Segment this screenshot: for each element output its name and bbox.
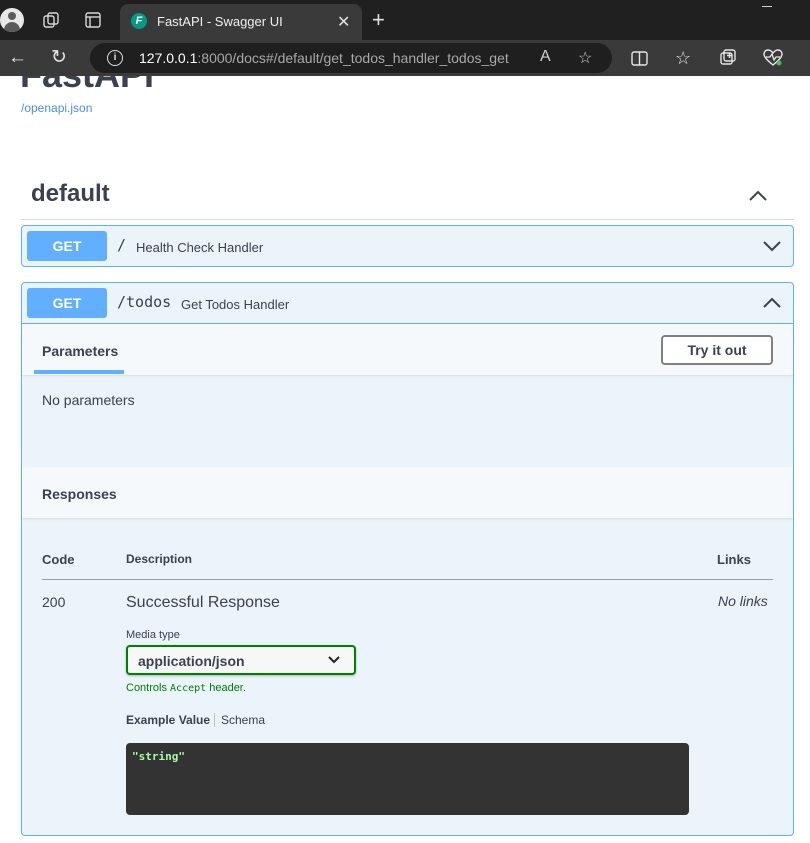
operation-body: Parameters Try it out No parameters Resp… [22, 323, 793, 835]
fastapi-favicon-icon: F [131, 13, 147, 29]
url-field[interactable]: i 127.0.0.1:8000/docs#/default/get_todos… [90, 43, 612, 73]
url-path: :8000/docs#/default/get_todos_handler_to… [197, 50, 509, 66]
chevron-down-icon[interactable] [762, 239, 782, 253]
tab-parameters[interactable]: Parameters [42, 343, 118, 359]
operation-description: Health Check Handler [136, 240, 264, 255]
section-title: default [31, 180, 110, 207]
favorites-icon[interactable]: ☆ [675, 46, 691, 70]
tab-active-indicator [34, 370, 124, 374]
browser-essentials-icon[interactable] [763, 46, 783, 74]
profile-avatar-icon[interactable] [0, 8, 24, 32]
tag-section-default[interactable]: default [21, 172, 794, 220]
chevron-down-icon [328, 656, 340, 664]
try-it-out-button[interactable]: Try it out [661, 335, 773, 365]
back-arrow-icon[interactable]: ← [8, 46, 27, 70]
operation-path: / [117, 236, 127, 254]
schema-tab[interactable]: Schema [221, 713, 265, 727]
controls-note-suffix: header. [209, 682, 246, 694]
parameters-header: Parameters Try it out [22, 324, 793, 375]
workspaces-icon[interactable] [43, 12, 60, 33]
column-header-links: Links [717, 552, 751, 567]
collections-icon[interactable] [719, 46, 737, 74]
page-title: FastAPI [20, 76, 154, 96]
active-tab[interactable]: F FastAPI - Swagger UI ✕ [120, 4, 362, 40]
controls-accept-note: Controls Accept header. [126, 682, 246, 694]
controls-note-prefix: Controls [126, 682, 167, 694]
table-header-divider [42, 579, 773, 580]
column-header-code: Code [42, 552, 75, 567]
site-info-icon[interactable]: i [107, 50, 123, 66]
responses-title: Responses [42, 486, 117, 502]
favorite-star-icon[interactable]: ☆ [578, 48, 592, 68]
response-description: Successful Response [126, 594, 280, 611]
response-links: No links [718, 593, 768, 609]
refresh-icon[interactable]: ↻ [51, 46, 67, 70]
split-screen-icon[interactable] [631, 46, 648, 75]
no-parameters-text: No parameters [42, 392, 135, 408]
chevron-up-icon[interactable] [762, 296, 782, 310]
operation-summary[interactable]: GET /todos Get Todos Handler [22, 283, 793, 323]
tab-actions-icon[interactable] [85, 12, 101, 32]
media-type-label: Media type [126, 629, 180, 641]
chevron-up-icon[interactable] [748, 189, 768, 203]
url-host: 127.0.0.1 [139, 50, 198, 66]
new-tab-icon[interactable]: + [372, 9, 385, 31]
browser-address-bar: ← ↻ i 127.0.0.1:8000/docs#/default/get_t… [0, 40, 810, 76]
example-value: "string" [132, 750, 185, 763]
openapi-json-link[interactable]: /openapi.json [21, 101, 92, 115]
operation-summary[interactable]: GET / Health Check Handler [22, 226, 793, 266]
method-badge: GET [27, 288, 107, 318]
browser-tab-bar: F FastAPI - Swagger UI ✕ + [0, 0, 810, 40]
tab-title: FastAPI - Swagger UI [157, 14, 283, 29]
media-type-select[interactable]: application/json [126, 645, 356, 675]
response-code: 200 [42, 594, 66, 610]
method-badge: GET [27, 231, 107, 261]
url-text: 127.0.0.1:8000/docs#/default/get_todos_h… [139, 50, 509, 66]
close-tab-icon[interactable]: ✕ [337, 12, 350, 32]
minimize-icon[interactable] [762, 6, 772, 7]
read-aloud-icon[interactable]: A [540, 48, 551, 66]
swagger-page: FastAPI /openapi.json default GET / Heal… [0, 76, 810, 843]
tab-divider [214, 713, 215, 727]
controls-note-code: Accept [170, 683, 207, 694]
operation-description: Get Todos Handler [181, 297, 290, 312]
media-type-value: application/json [138, 653, 245, 669]
example-code-block: "string" [126, 743, 689, 815]
operation-get-todos: GET /todos Get Todos Handler Parameters … [21, 282, 794, 836]
column-header-description: Description [126, 552, 193, 566]
responses-header: Responses [22, 467, 793, 518]
example-value-tab[interactable]: Example Value [126, 713, 210, 727]
operation-path: /todos [117, 293, 172, 311]
operation-health-check: GET / Health Check Handler [21, 225, 794, 267]
